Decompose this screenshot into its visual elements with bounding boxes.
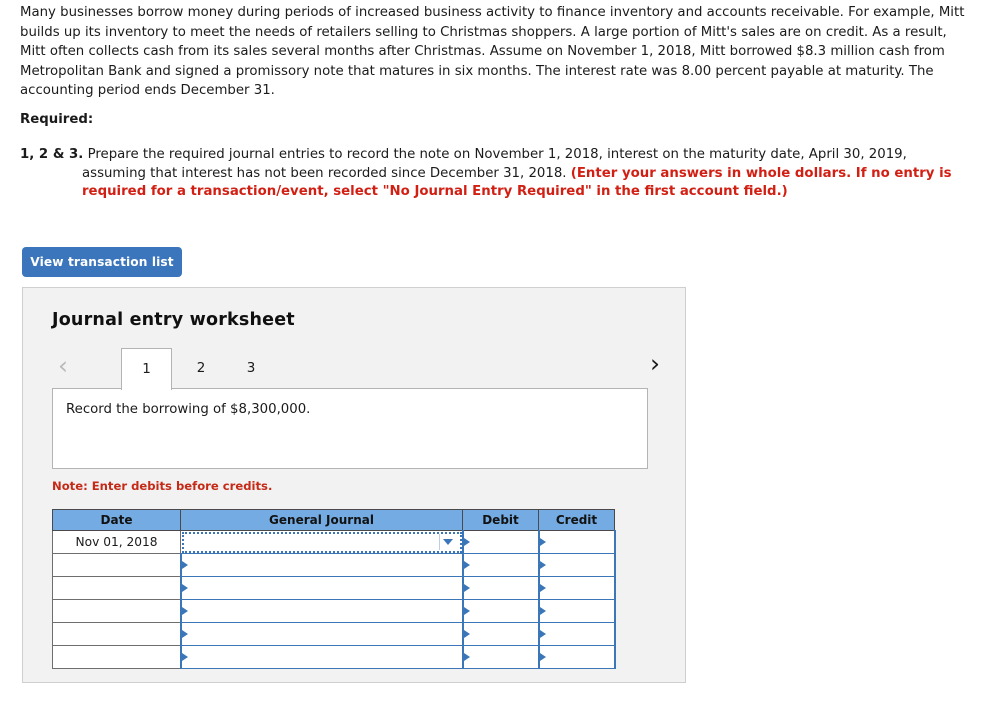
cell-general-journal-row-6[interactable] <box>179 645 464 669</box>
cell-debit-row-6[interactable] <box>461 645 540 669</box>
cell-marker-icon <box>181 584 188 592</box>
cell-credit-row-4[interactable] <box>537 599 616 623</box>
cell-debit-row-4[interactable] <box>461 599 540 623</box>
cell-marker-icon <box>539 538 546 546</box>
table-row <box>52 645 616 669</box>
cell-credit-row-3[interactable] <box>537 576 616 600</box>
cell-date-row-5[interactable] <box>52 622 181 646</box>
tab-entry-3[interactable]: 3 <box>235 348 267 390</box>
cell-credit-row-6[interactable] <box>537 645 616 669</box>
cell-credit-row-1[interactable] <box>537 530 616 554</box>
cell-marker-icon <box>181 607 188 615</box>
view-transaction-list-button[interactable]: View transaction list <box>22 247 182 277</box>
chevron-down-icon[interactable] <box>442 539 453 545</box>
cell-marker-icon <box>181 653 188 661</box>
cell-marker-icon <box>539 561 546 569</box>
cell-credit-row-2[interactable] <box>537 553 616 577</box>
chevron-left-icon[interactable]: ‹ <box>52 353 74 379</box>
table-row <box>52 553 616 577</box>
cell-marker-icon <box>463 607 470 615</box>
table-row <box>52 622 616 646</box>
cell-credit-row-5[interactable] <box>537 622 616 646</box>
cell-date-row-6[interactable] <box>52 645 181 669</box>
problem-intro-paragraph: Many businesses borrow money during peri… <box>20 5 965 98</box>
requirement-number: 1, 2 & 3. <box>20 147 84 162</box>
transaction-description-box: Record the borrowing of $8,300,000. <box>52 388 648 469</box>
transaction-description-text: Record the borrowing of $8,300,000. <box>66 402 311 417</box>
cell-general-journal-row-2[interactable] <box>179 553 464 577</box>
table-row: Nov 01, 2018 <box>52 530 616 554</box>
account-select-row-1[interactable] <box>180 530 463 554</box>
cell-marker-icon <box>539 584 546 592</box>
column-header-general-journal: General Journal <box>180 509 463 531</box>
column-header-credit: Credit <box>538 509 615 531</box>
journal-entry-worksheet-panel: Journal entry worksheet ‹ 1 2 3 › Record… <box>22 287 686 683</box>
cell-marker-icon <box>463 630 470 638</box>
journal-table-header-row: Date General Journal Debit Credit <box>52 509 615 531</box>
cell-date-row-4[interactable] <box>52 599 181 623</box>
table-row <box>52 576 616 600</box>
cell-general-journal-row-3[interactable] <box>179 576 464 600</box>
cell-debit-row-3[interactable] <box>461 576 540 600</box>
select-divider <box>438 534 440 550</box>
cell-debit-row-1[interactable] <box>461 530 540 554</box>
cell-marker-icon <box>181 561 188 569</box>
tab-entry-1[interactable]: 1 <box>121 348 172 390</box>
cell-marker-icon <box>181 630 188 638</box>
debits-before-credits-note: Note: Enter debits before credits. <box>52 479 273 493</box>
cell-date-row-2[interactable] <box>52 553 181 577</box>
cell-debit-row-2[interactable] <box>461 553 540 577</box>
table-row <box>52 599 616 623</box>
cell-marker-icon <box>463 561 470 569</box>
journal-entry-table: Date General Journal Debit Credit Nov 01… <box>52 509 616 669</box>
cell-general-journal-row-5[interactable] <box>179 622 464 646</box>
tab-entry-2[interactable]: 2 <box>185 348 217 390</box>
cell-marker-icon <box>463 584 470 592</box>
worksheet-title: Journal entry worksheet <box>52 310 295 330</box>
cell-general-journal-row-4[interactable] <box>179 599 464 623</box>
cell-debit-row-5[interactable] <box>461 622 540 646</box>
cell-marker-icon <box>463 538 470 546</box>
chevron-right-icon[interactable]: › <box>644 351 666 377</box>
cell-marker-icon <box>539 653 546 661</box>
column-header-date: Date <box>52 509 181 531</box>
cell-date-row-3[interactable] <box>52 576 181 600</box>
cell-marker-icon <box>463 653 470 661</box>
cell-marker-icon <box>539 630 546 638</box>
requirement-block: 1, 2 & 3. Prepare the required journal e… <box>20 146 960 202</box>
cell-marker-icon <box>539 607 546 615</box>
worksheet-tab-strip: ‹ 1 2 3 › <box>52 348 660 390</box>
required-heading: Required: <box>20 112 94 127</box>
cell-date-row-1[interactable]: Nov 01, 2018 <box>52 530 181 554</box>
column-header-debit: Debit <box>462 509 539 531</box>
